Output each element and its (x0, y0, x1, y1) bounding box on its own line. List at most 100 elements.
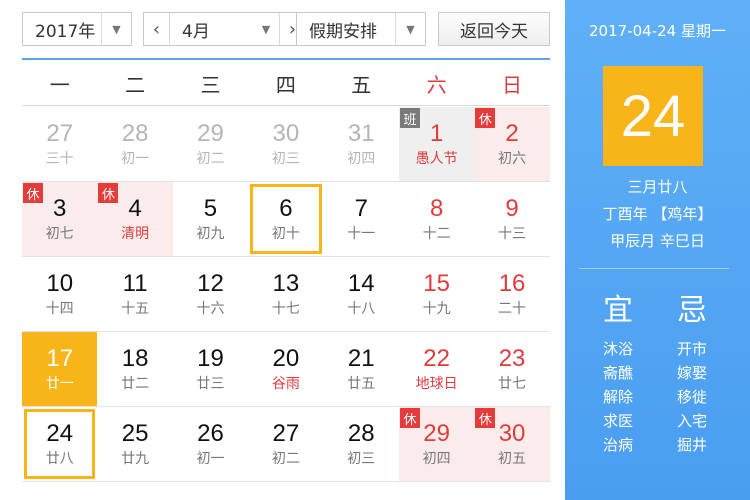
calendar-day-cell[interactable]: 26 初一 (173, 407, 248, 481)
avoid-item: 嫁娶 (676, 364, 707, 382)
calendar-day-cell[interactable]: 5 初九 (173, 182, 248, 256)
day-number: 16 (498, 270, 526, 297)
lunar-label: 廿七 (498, 376, 527, 392)
calendar-divider (22, 58, 550, 60)
panel-divider (579, 268, 729, 269)
calendar-day-cell[interactable]: 21 廿五 (324, 332, 399, 406)
suitable-item: 治病 (602, 436, 633, 454)
chevron-down-icon[interactable]: ▼ (101, 13, 131, 45)
day-number: 17 (46, 345, 74, 372)
day-number: 26 (197, 420, 224, 447)
avoid-item: 开市 (676, 340, 707, 358)
calendar-day-cell[interactable]: 休 3 初七 (22, 182, 98, 256)
lunar-label: 初七 (45, 226, 74, 242)
lunar-label: 初一 (196, 451, 225, 467)
weekday-label: 六 (426, 73, 447, 97)
calendar-day-cell[interactable]: 6 初十 (248, 182, 323, 256)
day-number: 29 (197, 120, 224, 147)
holiday-badge: 休 (399, 408, 420, 428)
calendar-day-cell[interactable]: 25 廿九 (97, 407, 172, 481)
holiday-badge: 休 (475, 108, 496, 128)
back-to-today-button[interactable]: 返回今天 (438, 12, 550, 46)
holiday-badge: 休 (98, 183, 119, 203)
calendar-day-cell[interactable]: 8 十二 (399, 182, 474, 256)
lunar-label: 十八 (347, 301, 376, 317)
calendar-day-cell[interactable]: 10 十四 (22, 257, 97, 331)
calendar-day-cell[interactable]: 14 十八 (324, 257, 399, 331)
day-number: 24 (46, 420, 74, 447)
calendar-day-cell[interactable]: 7 十一 (324, 182, 399, 256)
calendar-day-cell[interactable]: 30 初三 (248, 107, 323, 181)
weekday-label: 四 (275, 73, 296, 97)
calendar-day-cell[interactable]: 22 地球日 (399, 332, 474, 406)
calendar-day-cell[interactable]: 17 廿一 (22, 332, 98, 406)
calendar-day-cell[interactable]: 20 谷雨 (248, 332, 323, 406)
day-number: 30 (498, 420, 526, 447)
calendar-day-cell[interactable]: 23 廿七 (474, 332, 549, 406)
calendar-day-cell[interactable]: 13 十七 (248, 257, 323, 331)
calendar-day-cell[interactable]: 休 4 清明 (97, 182, 173, 256)
lunar-label: 十三 (498, 226, 527, 242)
suitable-section: 宜 沐浴 斋醮 解除 求医 治病 (583, 285, 653, 457)
chevron-down-icon[interactable]: ▼ (253, 23, 279, 36)
day-number: 11 (122, 270, 148, 297)
lunar-label: 初一 (121, 151, 150, 167)
calendar-day-cell[interactable]: 19 廿三 (173, 332, 248, 406)
selected-date: 2017-04-24 星期一 (589, 22, 726, 40)
avoid-item: 入宅 (676, 412, 707, 430)
day-number: 9 (505, 195, 519, 222)
day-number: 18 (121, 345, 149, 372)
year-value: 2017年 (35, 21, 96, 42)
day-number: 7 (354, 195, 368, 222)
holiday-badge: 休 (475, 408, 496, 428)
calendar-day-cell[interactable]: 31 初四 (324, 107, 399, 181)
calendar-toolbar: 2017年 ▼ ‹ 4月 ▼ › 假期安排 ▼ 返回今天 (22, 12, 552, 46)
calendar-day-cell[interactable]: 9 十三 (474, 182, 549, 256)
lunar-label: 清明 (121, 226, 150, 242)
calendar-day-cell[interactable]: 27 初二 (248, 407, 323, 481)
chevron-down-icon[interactable]: ▼ (395, 13, 425, 45)
day-number: 13 (272, 270, 300, 297)
lunar-label: 初四 (422, 451, 451, 467)
calendar-day-cell[interactable]: 18 廿二 (97, 332, 172, 406)
day-number: 20 (272, 345, 300, 372)
lunar-label: 初五 (498, 451, 527, 467)
year-select[interactable]: 2017年 ▼ (22, 12, 132, 46)
calendar-week-row: 24 廿八 25 廿九 26 初一 27 初二 28 初三休 29 初四休 30 初五 (22, 407, 550, 482)
selected-day-number: 24 (603, 66, 703, 166)
day-number: 3 (53, 195, 67, 222)
lunar-label: 初二 (196, 151, 225, 167)
day-detail-panel: 2017-04-24 星期一 24 三月廿八 丁酉年 【鸡年】 甲辰月 辛巳日 … (565, 0, 750, 500)
month-select[interactable]: ‹ 4月 ▼ › (143, 12, 306, 46)
weekday-label: 三 (200, 73, 221, 97)
calendar-week-row: 10 十四 11 十五 12 十六 13 十七 14 十八 15 十九 16 二十 (22, 257, 550, 332)
calendar-day-cell[interactable]: 11 十五 (97, 257, 172, 331)
calendar-day-cell[interactable]: 29 初二 (173, 107, 248, 181)
calendar-day-cell[interactable]: 27 三十 (22, 107, 97, 181)
lunar-label: 初四 (347, 151, 376, 167)
prev-month-icon[interactable]: ‹ (144, 13, 170, 45)
day-number: 14 (347, 270, 375, 297)
holiday-value: 假期安排 (309, 21, 377, 42)
calendar-day-cell[interactable]: 28 初三 (324, 407, 399, 481)
calendar-day-cell[interactable]: 15 十九 (399, 257, 474, 331)
calendar-week-row: 17 廿一 18 廿二 19 廿三 20 谷雨 21 廿五 22 地球日 23 廿七 (22, 332, 550, 407)
lunar-label: 廿三 (196, 376, 225, 392)
day-number: 27 (46, 120, 74, 147)
lunar-label: 初二 (271, 451, 300, 467)
calendar-day-cell[interactable]: 休 2 初六 (474, 107, 550, 181)
lunar-label: 初十 (271, 226, 300, 242)
lunar-label: 廿八 (45, 451, 74, 467)
calendar-day-cell[interactable]: 28 初一 (97, 107, 172, 181)
calendar-day-cell[interactable]: 休 30 初五 (474, 407, 550, 481)
calendar-day-cell[interactable]: 16 二十 (474, 257, 549, 331)
day-number: 28 (121, 120, 149, 147)
weekday-header: 一二三四五六日 (22, 62, 550, 106)
calendar-day-cell[interactable]: 班 1 愚人节 (398, 107, 475, 181)
calendar-day-cell[interactable]: 24 廿八 (22, 407, 97, 481)
lunar-label: 初三 (271, 151, 300, 167)
calendar-day-cell[interactable]: 12 十六 (173, 257, 248, 331)
holiday-select[interactable]: 假期安排 ▼ (296, 12, 426, 46)
calendar-day-cell[interactable]: 休 29 初四 (398, 407, 475, 481)
day-number: 22 (423, 345, 450, 372)
